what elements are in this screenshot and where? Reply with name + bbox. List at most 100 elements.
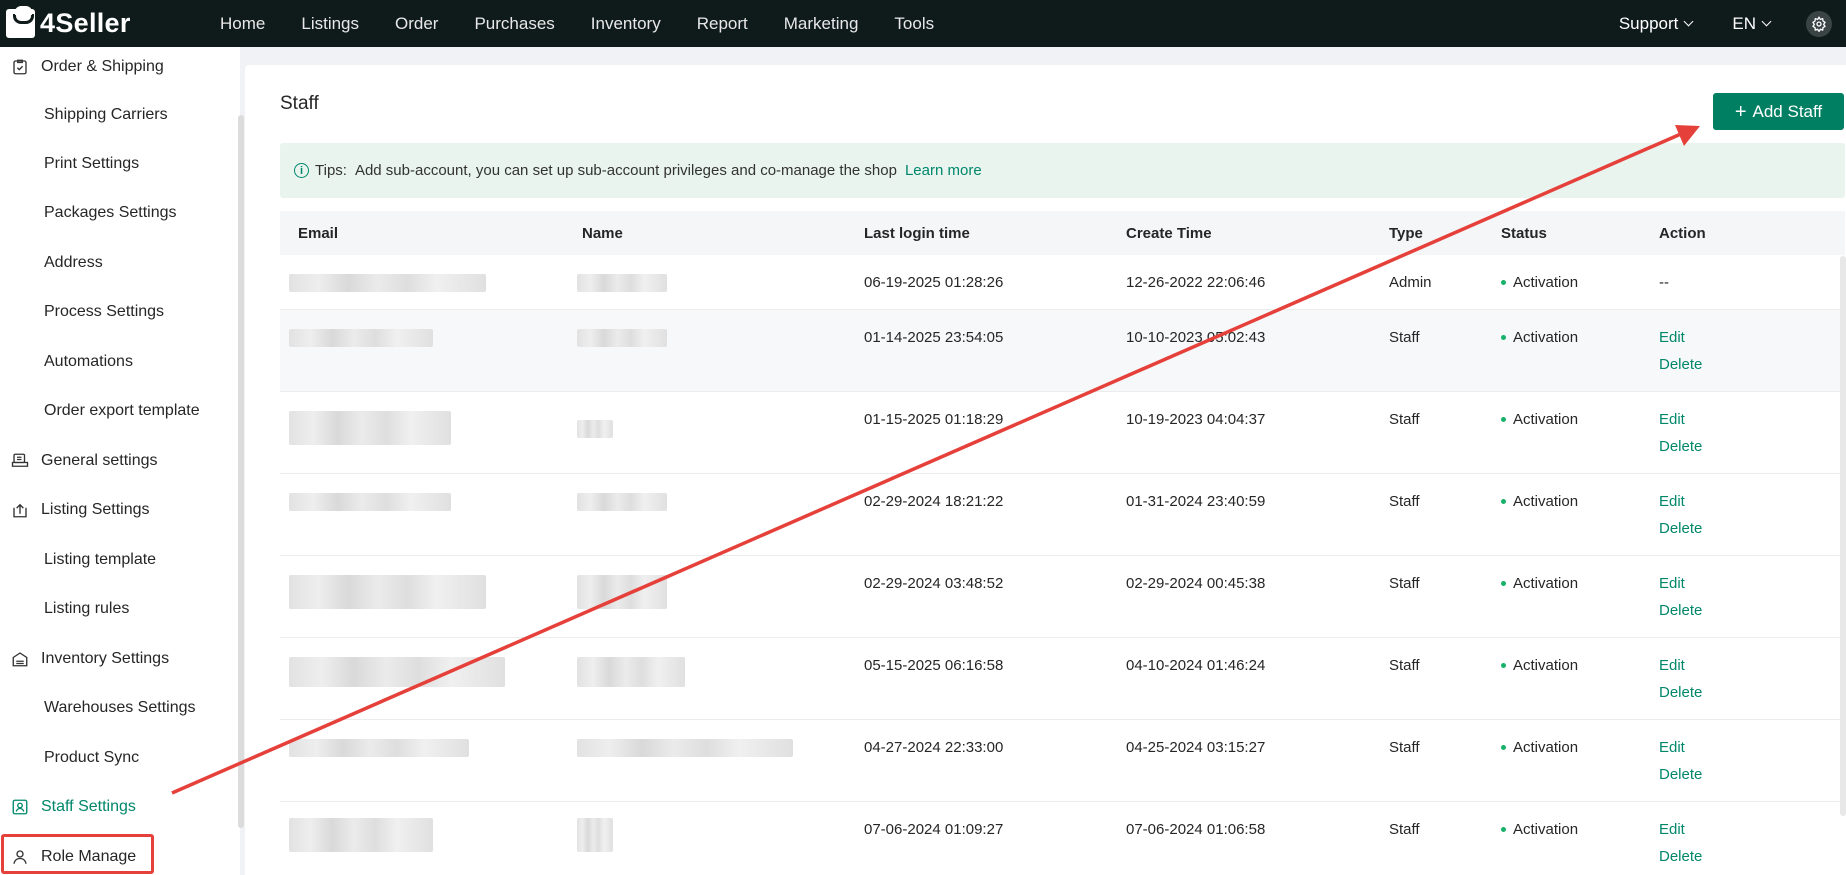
- edit-link[interactable]: Edit: [1659, 329, 1685, 346]
- sidebar-group-inventory-settings[interactable]: Inventory Settings: [0, 641, 236, 677]
- settings-button[interactable]: [1806, 10, 1832, 37]
- sidebar-scrollbar[interactable]: [238, 115, 244, 828]
- highlight-box: [1, 834, 154, 874]
- delete-link[interactable]: Delete: [1659, 602, 1702, 619]
- table-row: 07-06-2024 01:09:27 07-06-2024 01:06:58 …: [280, 802, 1845, 875]
- edit-link[interactable]: Edit: [1659, 657, 1685, 674]
- nav-inventory[interactable]: Inventory: [591, 14, 661, 34]
- table-scrollbar[interactable]: [1840, 256, 1846, 816]
- edit-link[interactable]: Edit: [1659, 739, 1685, 756]
- header-create-time: Create Time: [1126, 224, 1212, 242]
- sidebar-item-packages-settings[interactable]: Packages Settings: [0, 195, 236, 231]
- type-cell: Staff: [1389, 657, 1420, 674]
- tips-label: Tips:: [315, 162, 347, 179]
- create-time-cell: 01-31-2024 23:40:59: [1126, 493, 1266, 510]
- redacted-email: [289, 739, 469, 757]
- brand-logo[interactable]: 4Seller: [6, 0, 206, 47]
- sidebar-item-shipping-carriers[interactable]: Shipping Carriers: [0, 97, 236, 133]
- sidebar-group-order-shipping[interactable]: Order & Shipping: [0, 49, 236, 85]
- staff-badge-icon: [10, 797, 30, 817]
- delete-link[interactable]: Delete: [1659, 848, 1702, 865]
- redacted-email: [289, 329, 433, 347]
- status-text: Activation: [1513, 493, 1579, 510]
- create-time-cell: 10-10-2023 05:02:43: [1126, 329, 1266, 346]
- nav-listings[interactable]: Listings: [301, 14, 359, 34]
- sidebar-group-staff-settings[interactable]: Staff Settings: [0, 789, 236, 825]
- table-row: 01-15-2025 01:18:29 10-19-2023 04:04:37 …: [280, 392, 1845, 474]
- sidebar-item-label: Packages Settings: [44, 204, 177, 221]
- sidebar-item-product-sync[interactable]: Product Sync: [0, 740, 236, 776]
- table-row: 01-14-2025 23:54:05 10-10-2023 05:02:43 …: [280, 310, 1845, 392]
- status-dot-icon: [1501, 745, 1506, 750]
- header-email: Email: [298, 224, 339, 242]
- tips-banner: i Tips: Add sub-account, you can set up …: [280, 143, 1845, 198]
- create-time-cell: 10-19-2023 04:04:37: [1126, 411, 1266, 428]
- gear-icon: [1812, 15, 1826, 32]
- edit-link[interactable]: Edit: [1659, 575, 1685, 592]
- printer-icon: [10, 451, 30, 471]
- action-placeholder: --: [1659, 274, 1669, 291]
- status-text: Activation: [1513, 739, 1579, 756]
- nav-report[interactable]: Report: [697, 14, 748, 34]
- sidebar-item-automations[interactable]: Automations: [0, 344, 236, 380]
- status-text: Activation: [1513, 411, 1579, 428]
- learn-more-link[interactable]: Learn more: [905, 162, 982, 179]
- language-menu[interactable]: EN: [1732, 13, 1772, 34]
- main-nav: Home Listings Order Purchases Inventory …: [220, 14, 970, 34]
- sidebar-item-label: Print Settings: [44, 155, 140, 172]
- status-dot-icon: [1501, 335, 1506, 340]
- support-menu[interactable]: Support: [1619, 14, 1694, 34]
- edit-link[interactable]: Edit: [1659, 493, 1685, 510]
- sidebar-group-listing-settings[interactable]: Listing Settings: [0, 492, 236, 528]
- sidebar-item-label: Inventory Settings: [41, 650, 170, 667]
- sidebar-item-label: Listing template: [44, 551, 157, 568]
- clipboard-icon: [10, 57, 30, 77]
- header-status: Status: [1501, 224, 1547, 242]
- delete-link[interactable]: Delete: [1659, 438, 1702, 455]
- last-login-cell: 05-15-2025 06:16:58: [864, 657, 1004, 674]
- delete-link[interactable]: Delete: [1659, 356, 1702, 373]
- last-login-cell: 01-14-2025 23:54:05: [864, 329, 1004, 346]
- sidebar-item-print-settings[interactable]: Print Settings: [0, 146, 236, 182]
- create-time-cell: 02-29-2024 00:45:38: [1126, 575, 1266, 592]
- add-staff-button[interactable]: + Add Staff: [1713, 93, 1844, 130]
- staff-page: Staff + Add Staff i Tips: Add sub-accoun…: [245, 65, 1846, 875]
- status-badge: Activation: [1501, 329, 1578, 346]
- edit-link[interactable]: Edit: [1659, 411, 1685, 428]
- staff-table: Email Name Last login time Create Time T…: [280, 211, 1845, 865]
- nav-order[interactable]: Order: [395, 14, 438, 34]
- delete-link[interactable]: Delete: [1659, 520, 1702, 537]
- edit-link[interactable]: Edit: [1659, 821, 1685, 838]
- sidebar-item-address[interactable]: Address: [0, 245, 236, 281]
- page-title: Staff: [280, 93, 319, 114]
- sidebar-item-listing-rules[interactable]: Listing rules: [0, 591, 236, 627]
- tips-text: Add sub-account, you can set up sub-acco…: [354, 162, 897, 179]
- chevron-down-icon: [1683, 16, 1694, 27]
- sidebar-item-warehouses-settings[interactable]: Warehouses Settings: [0, 690, 236, 726]
- language-label: EN: [1732, 13, 1756, 33]
- sidebar-item-order-export-template[interactable]: Order export template: [0, 393, 236, 429]
- nav-home[interactable]: Home: [220, 14, 265, 34]
- last-login-cell: 07-06-2024 01:09:27: [864, 821, 1004, 838]
- last-login-cell: 02-29-2024 03:48:52: [864, 575, 1004, 592]
- brand-name: 4Seller: [40, 8, 131, 38]
- delete-link[interactable]: Delete: [1659, 766, 1702, 783]
- table-header: Email Name Last login time Create Time T…: [280, 211, 1845, 255]
- table-row: 02-29-2024 03:48:52 02-29-2024 00:45:38 …: [280, 556, 1845, 638]
- sidebar-group-general-settings[interactable]: General settings: [0, 443, 236, 479]
- sidebar-item-listing-template[interactable]: Listing template: [0, 542, 236, 578]
- nav-tools[interactable]: Tools: [894, 14, 934, 34]
- header-action: Action: [1659, 224, 1706, 242]
- status-dot-icon: [1501, 581, 1506, 586]
- delete-link[interactable]: Delete: [1659, 684, 1702, 701]
- status-badge: Activation: [1501, 575, 1578, 592]
- type-cell: Admin: [1389, 274, 1432, 291]
- header-last-login: Last login time: [864, 224, 970, 242]
- nav-purchases[interactable]: Purchases: [474, 14, 554, 34]
- nav-marketing[interactable]: Marketing: [784, 14, 859, 34]
- status-dot-icon: [1501, 663, 1506, 668]
- sidebar-item-process-settings[interactable]: Process Settings: [0, 294, 236, 330]
- settings-sidebar: Order & Shipping Shipping Carriers Print…: [0, 47, 240, 875]
- redacted-email: [289, 575, 486, 609]
- type-cell: Staff: [1389, 329, 1420, 346]
